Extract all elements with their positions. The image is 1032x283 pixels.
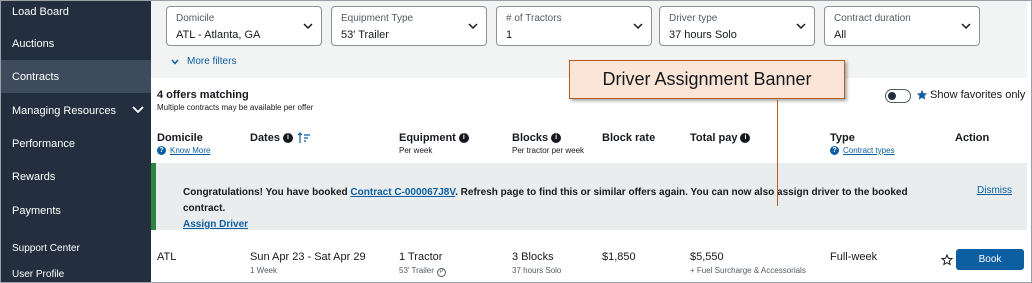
row-dates: Sun Apr 23 - Sat Apr 29	[250, 251, 366, 263]
row-dates-sub: 1 Week	[250, 266, 277, 275]
sidebar-item-label: Contracts	[12, 70, 60, 83]
filter-value: ATL - Atlanta, GA	[176, 29, 261, 41]
star-icon	[916, 89, 928, 100]
sidebar-item-label: Support Center	[12, 243, 80, 254]
annotation-callout: Driver Assignment Banner	[569, 60, 845, 99]
chevron-down-icon	[132, 106, 144, 114]
know-more-link[interactable]: ? Know More	[157, 146, 210, 155]
chevron-down-icon	[171, 59, 179, 65]
col-dates-label: Dates	[250, 132, 280, 144]
chevron-down-icon	[468, 23, 478, 30]
sidebar-item-label: User Profile	[12, 269, 65, 280]
driver-assignment-banner: Congratulations! You have booked Contrac…	[151, 163, 1027, 230]
col-blocks-sub: Per tractor per week	[512, 146, 585, 155]
help-icon: ?	[830, 146, 839, 155]
sidebar-item-label: Auctions	[12, 37, 55, 50]
col-domicile: Domicile	[157, 132, 203, 144]
row-equipment-sub-label: 53' Trailer	[399, 266, 434, 275]
filter-value: 1	[506, 29, 513, 41]
favorites-toggle[interactable]	[885, 89, 911, 103]
banner-message: Congratulations! You have booked Contrac…	[183, 185, 923, 233]
chevron-down-icon	[796, 23, 806, 30]
sidebar-item-contracts[interactable]: Contracts	[1, 60, 151, 93]
col-action: Action	[955, 132, 990, 144]
offers-subtitle: Multiple contracts may be available per …	[157, 103, 314, 112]
col-total-pay-label: Total pay	[690, 132, 738, 144]
info-icon[interactable]: i	[458, 133, 469, 144]
col-total-pay: Total pay i	[690, 132, 751, 144]
toggle-knob	[888, 92, 896, 100]
filter-label: # of Tractors	[506, 13, 562, 24]
sidebar-item-payments[interactable]: Payments	[1, 194, 151, 227]
contract-types-link[interactable]: ? Contract types	[830, 146, 895, 155]
col-blocks: Blocks i	[512, 132, 562, 144]
p-badge-icon: P	[436, 268, 446, 277]
know-more-label: Know More	[170, 146, 211, 155]
row-type: Full-week	[830, 251, 878, 263]
col-equipment: Equipment i	[399, 132, 469, 144]
callout-pointer-line	[777, 100, 778, 206]
contract-link[interactable]: Contract C-000067J8V	[350, 187, 455, 198]
col-dates: Dates i	[250, 132, 293, 144]
more-filters-label: More filters	[187, 56, 237, 67]
sidebar-item-performance[interactable]: Performance	[1, 127, 151, 160]
sidebar-item-managing-resources[interactable]: Managing Resources	[1, 94, 151, 127]
info-icon[interactable]: i	[740, 133, 751, 144]
filter-label: Domicile	[176, 13, 215, 24]
sidebar-item-label: Load Board	[12, 5, 69, 18]
info-icon[interactable]: i	[282, 133, 293, 144]
sidebar-item-load-board[interactable]: Load Board	[1, 0, 151, 28]
col-equipment-label: Equipment	[399, 132, 456, 144]
sidebar: Load Board Auctions Contracts Managing R…	[1, 1, 151, 282]
col-equipment-sub: Per week	[399, 146, 433, 155]
sidebar-item-label: Performance	[12, 137, 75, 150]
assign-driver-link[interactable]: Assign Driver	[183, 219, 248, 230]
info-icon[interactable]: i	[551, 133, 562, 144]
filter-label: Driver type	[669, 13, 718, 24]
equipment-type-filter[interactable]: Equipment Type 53' Trailer	[331, 6, 487, 46]
row-total-pay: $5,550	[690, 251, 724, 263]
chevron-down-icon	[303, 23, 313, 30]
filter-value: All	[834, 29, 847, 41]
sidebar-item-rewards[interactable]: Rewards	[1, 160, 151, 193]
filter-value: 37 hours Solo	[669, 29, 737, 41]
filter-label: Contract duration	[834, 13, 911, 24]
chevron-down-icon	[633, 23, 643, 30]
row-equipment-sub: 53' Trailer P	[399, 266, 446, 277]
domicile-filter[interactable]: Domicile ATL - Atlanta, GA	[166, 6, 322, 46]
row-domicile: ATL	[157, 251, 177, 263]
col-block-rate: Block rate	[602, 132, 656, 144]
sidebar-item-label: Managing Resources	[12, 104, 116, 117]
row-equipment: 1 Tractor	[399, 251, 443, 263]
banner-text-before: Congratulations! You have booked	[183, 187, 351, 198]
tractors-filter[interactable]: # of Tractors 1	[496, 6, 652, 46]
chevron-down-icon	[961, 23, 971, 30]
favorites-label: Show favorites only	[930, 89, 1026, 101]
sort-icon[interactable]	[297, 132, 311, 144]
col-type: Type	[830, 132, 855, 144]
row-total-pay-sub: + Fuel Surcharge & Accessorials	[690, 266, 806, 275]
sidebar-item-label: Payments	[12, 204, 61, 217]
book-button[interactable]: Book	[956, 249, 1024, 270]
filter-label: Equipment Type	[341, 13, 414, 24]
contract-duration-filter[interactable]: Contract duration All	[824, 6, 980, 46]
filter-value: 53' Trailer	[341, 29, 389, 41]
sidebar-item-label: Rewards	[12, 170, 56, 183]
help-icon: ?	[157, 146, 166, 155]
sidebar-item-auctions[interactable]: Auctions	[1, 27, 151, 60]
more-filters-toggle[interactable]: More filters	[171, 56, 236, 67]
col-blocks-label: Blocks	[512, 132, 549, 144]
offers-count: 4 offers matching	[157, 89, 249, 101]
contract-types-label: Contract types	[843, 146, 895, 155]
row-blocks-sub: 37 hours Solo	[512, 266, 562, 275]
driver-type-filter[interactable]: Driver type 37 hours Solo	[659, 6, 815, 46]
main-content: Domicile ATL - Atlanta, GA Equipment Typ…	[151, 1, 1031, 282]
sidebar-item-user-profile[interactable]: User Profile	[1, 258, 151, 283]
row-block-rate: $1,850	[602, 251, 636, 263]
row-blocks: 3 Blocks	[512, 251, 554, 263]
dismiss-link[interactable]: Dismiss	[977, 185, 1012, 196]
star-outline-icon[interactable]	[941, 254, 953, 266]
